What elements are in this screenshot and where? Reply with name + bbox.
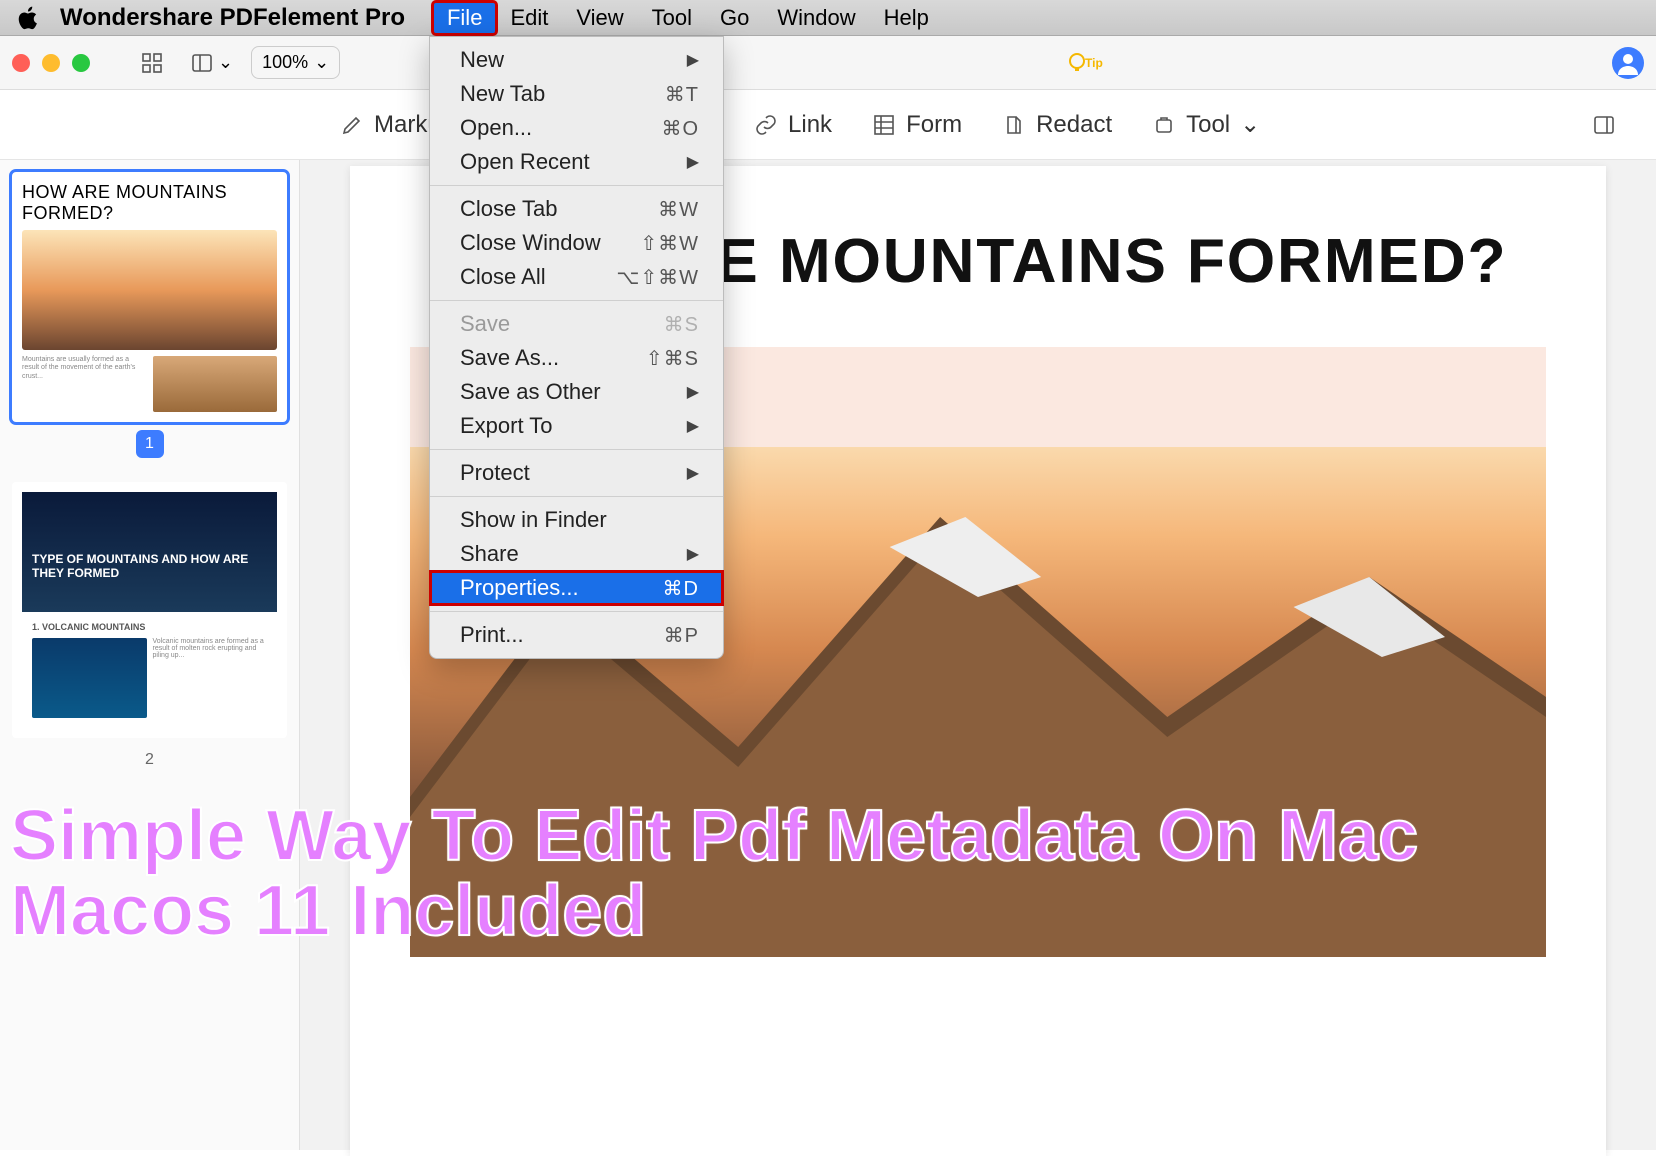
- menu-separator: [430, 496, 723, 497]
- menu-help[interactable]: Help: [870, 2, 943, 34]
- window-toolbar: ⌄ 100%⌄ Lifestyl Tips: [0, 36, 1656, 90]
- thumb-image: [153, 356, 278, 412]
- chevron-down-icon: ⌄: [1240, 110, 1260, 139]
- svg-text:Tips: Tips: [1085, 56, 1103, 70]
- menu-item-save-as[interactable]: Save As...⇧⌘S: [430, 341, 723, 375]
- page-thumbnail[interactable]: HOW ARE MOUNTAINS FORMED? Mountains are …: [12, 172, 287, 422]
- menu-item-save: Save⌘S: [430, 307, 723, 341]
- menu-file[interactable]: File: [433, 2, 496, 34]
- thumb-image: [22, 230, 277, 350]
- app-name: Wondershare PDFelement Pro: [60, 4, 405, 32]
- thumbnails-grid-button[interactable]: [132, 45, 172, 81]
- user-avatar[interactable]: [1612, 47, 1644, 79]
- form-label: Form: [906, 111, 962, 139]
- menu-separator: [430, 300, 723, 301]
- menu-item-print[interactable]: Print...⌘P: [430, 618, 723, 652]
- menubar: Wondershare PDFelement Pro File Edit Vie…: [0, 0, 1656, 36]
- thumb-title: HOW ARE MOUNTAINS FORMED?: [22, 182, 277, 224]
- menu-item-open-recent[interactable]: Open Recent▶: [430, 145, 723, 179]
- menu-go[interactable]: Go: [706, 2, 763, 34]
- menu-item-export-to[interactable]: Export To▶: [430, 409, 723, 443]
- menu-item-new-tab[interactable]: New Tab⌘T: [430, 77, 723, 111]
- submenu-arrow-icon: ▶: [687, 152, 699, 172]
- menu-item-properties[interactable]: Properties...⌘D: [430, 571, 723, 605]
- menu-edit[interactable]: Edit: [496, 2, 562, 34]
- menu-window[interactable]: Window: [763, 2, 869, 34]
- menu-item-show-in-finder[interactable]: Show in Finder: [430, 503, 723, 537]
- thumbnail-sidebar: HOW ARE MOUNTAINS FORMED? Mountains are …: [0, 160, 300, 1150]
- apple-logo-icon: [16, 5, 42, 31]
- thumb-subtitle: 1. VOLCANIC MOUNTAINS: [32, 622, 267, 632]
- menu-item-share[interactable]: Share▶: [430, 537, 723, 571]
- zoom-value: 100%: [262, 52, 308, 73]
- menu-separator: [430, 185, 723, 186]
- menu-item-close-all[interactable]: Close All⌥⇧⌘W: [430, 260, 723, 294]
- menu-item-open[interactable]: Open...⌘O: [430, 111, 723, 145]
- menu-item-protect[interactable]: Protect▶: [430, 456, 723, 490]
- thumb-text: Volcanic mountains are formed as a resul…: [153, 638, 268, 718]
- panel-toggle-button[interactable]: [1592, 113, 1616, 137]
- menu-item-close-tab[interactable]: Close Tab⌘W: [430, 192, 723, 226]
- menu-separator: [430, 449, 723, 450]
- thumb-image: [32, 638, 147, 718]
- menu-item-close-window[interactable]: Close Window⇧⌘W: [430, 226, 723, 260]
- page-number-badge[interactable]: 1: [136, 430, 164, 458]
- minimize-window-icon[interactable]: [42, 54, 60, 72]
- page-number-badge[interactable]: 2: [136, 746, 164, 774]
- tool-label: Tool: [1186, 111, 1230, 139]
- form-tool[interactable]: Form: [872, 111, 962, 139]
- submenu-arrow-icon: ▶: [687, 382, 699, 402]
- page-thumbnail[interactable]: TYPE OF MOUNTAINS AND HOW ARE THEY FORME…: [12, 482, 287, 738]
- submenu-arrow-icon: ▶: [687, 463, 699, 483]
- menu-separator: [430, 611, 723, 612]
- close-window-icon[interactable]: [12, 54, 30, 72]
- chevron-down-icon: ⌄: [218, 52, 233, 73]
- menu-item-save-as-other[interactable]: Save as Other▶: [430, 375, 723, 409]
- file-menu-dropdown: New▶ New Tab⌘T Open...⌘O Open Recent▶ Cl…: [429, 36, 724, 659]
- chevron-down-icon: ⌄: [314, 52, 329, 73]
- sidebar-panel-button[interactable]: ⌄: [182, 45, 241, 81]
- submenu-arrow-icon: ▶: [687, 544, 699, 564]
- link-tool[interactable]: Link: [754, 111, 832, 139]
- menu-view[interactable]: View: [562, 2, 637, 34]
- menu-tool[interactable]: Tool: [638, 2, 706, 34]
- overlay-caption: Simple Way To Edit Pdf Metadata On Mac M…: [10, 799, 1646, 950]
- tips-icon[interactable]: Tips: [1067, 49, 1103, 77]
- zoom-selector[interactable]: 100% ⌄: [251, 46, 340, 79]
- thumb-text: Mountains are usually formed as a result…: [22, 356, 147, 412]
- edit-toolbar: Markup Link Form Redact Tool⌄: [0, 90, 1656, 160]
- redact-tool[interactable]: Redact: [1002, 111, 1112, 139]
- workspace: HOW ARE MOUNTAINS FORMED? Mountains are …: [0, 160, 1656, 1150]
- submenu-arrow-icon: ▶: [687, 416, 699, 436]
- thumb-header: TYPE OF MOUNTAINS AND HOW ARE THEY FORME…: [22, 492, 277, 612]
- thumb-title: TYPE OF MOUNTAINS AND HOW ARE THEY FORME…: [32, 552, 248, 580]
- maximize-window-icon[interactable]: [72, 54, 90, 72]
- redact-label: Redact: [1036, 111, 1112, 139]
- menu-item-new[interactable]: New▶: [430, 43, 723, 77]
- submenu-arrow-icon: ▶: [687, 50, 699, 70]
- link-label: Link: [788, 111, 832, 139]
- tool-dropdown[interactable]: Tool ⌄: [1152, 110, 1260, 139]
